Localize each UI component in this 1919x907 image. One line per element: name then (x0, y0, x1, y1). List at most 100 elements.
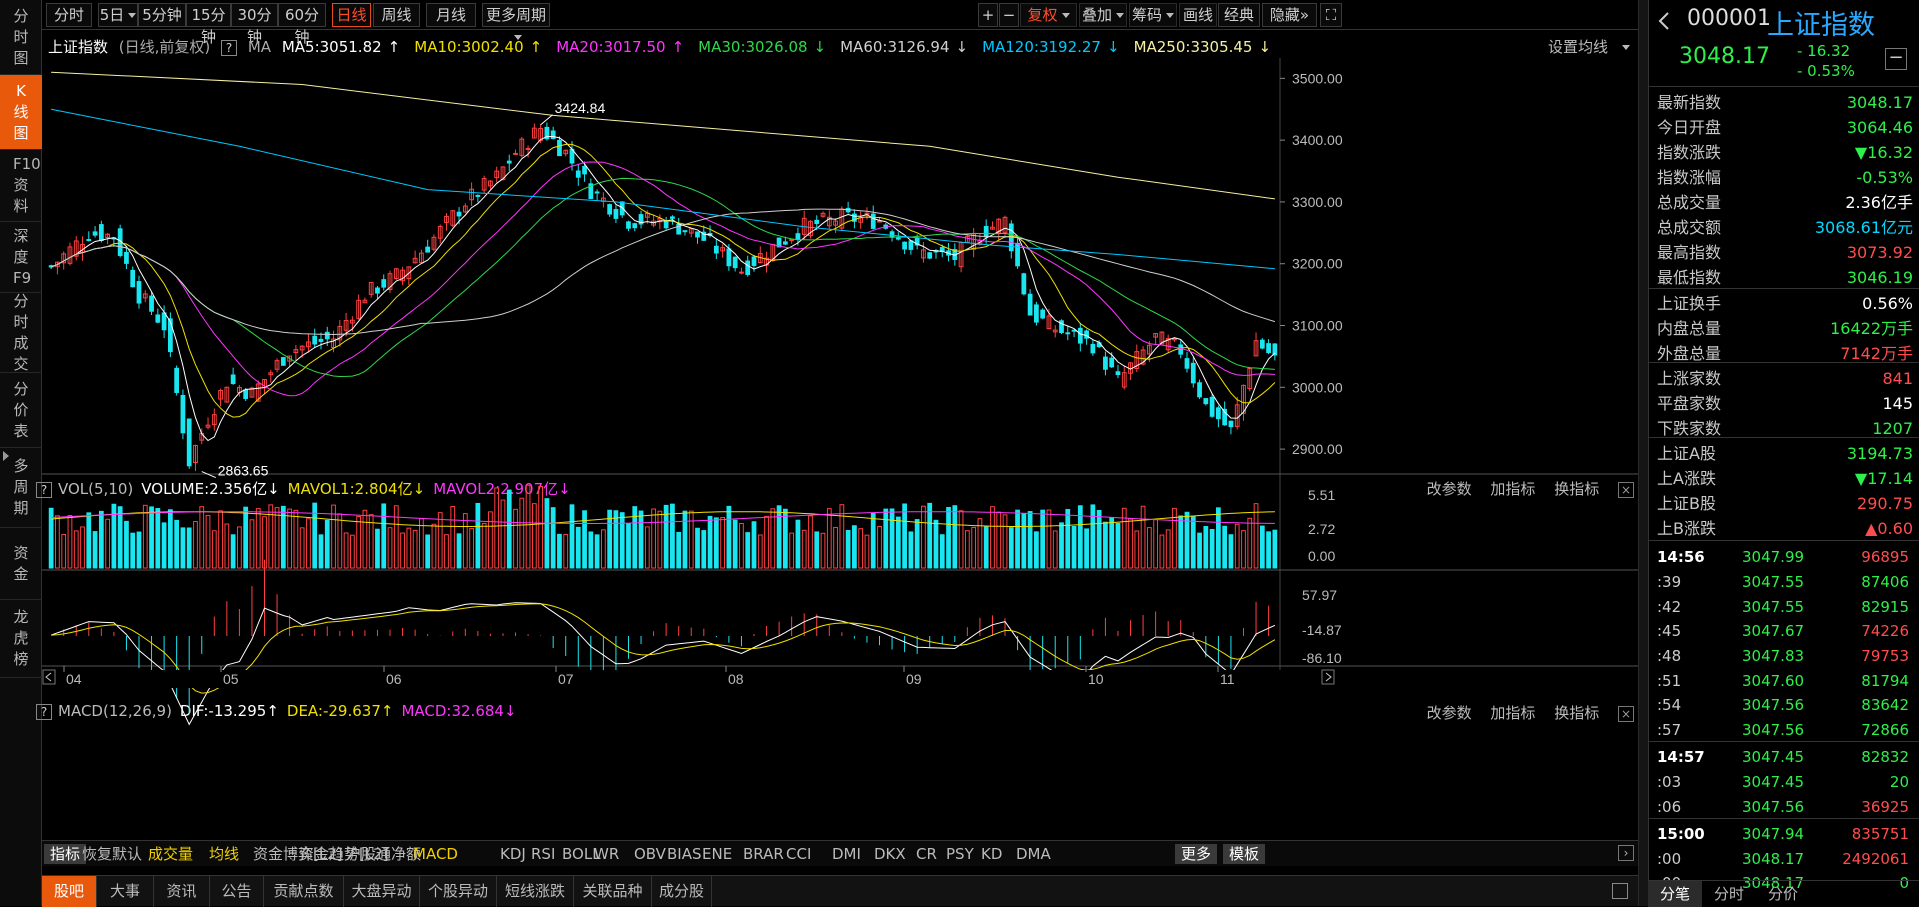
tool-label: 画线 (1182, 6, 1213, 24)
volume-bar (105, 518, 111, 569)
tool-5[interactable]: 画线 (1179, 3, 1217, 27)
indicator-tab-13[interactable]: BIAS (667, 844, 702, 864)
indicator-tab-23[interactable]: 更多 (1175, 844, 1218, 864)
indicator-tab-12[interactable]: OBV (634, 844, 666, 864)
left-nav-item-3[interactable]: 深度F9 (0, 222, 42, 293)
collapse-icon[interactable]: − (1885, 48, 1907, 70)
plus-icon[interactable]: + (978, 3, 998, 27)
indicator-tab-9[interactable]: RSI (531, 844, 555, 864)
volume-bar (136, 531, 142, 569)
left-nav-item-8[interactable]: 龙虎榜 (0, 600, 42, 678)
chevron-left-icon[interactable] (1657, 10, 1675, 32)
indicator-tab-24[interactable]: 模板 (1223, 844, 1266, 864)
indicator-tab-19[interactable]: CR (916, 844, 937, 864)
tool-2[interactable]: 复权 (1020, 3, 1077, 27)
quote-tab-2[interactable]: 分价 (1756, 881, 1810, 907)
tick-volume: 74226 (1861, 622, 1909, 640)
stat-value: 3048.17 (1846, 93, 1913, 112)
volume-bar (971, 526, 977, 569)
candle-body (1259, 339, 1265, 349)
bottom-tab-9[interactable]: 成分股 (652, 876, 712, 907)
indicator-tab-17[interactable]: DMI (832, 844, 861, 864)
stat-value: 3068.61亿元 (1814, 218, 1913, 237)
period-tab-4[interactable]: 30分钟 (231, 3, 278, 46)
bottom-tab-0[interactable]: 股吧 (42, 876, 97, 907)
period-tab-2[interactable]: 5分钟 (138, 3, 186, 27)
period-tab-1[interactable]: 5日 (98, 3, 138, 27)
left-nav-item-2[interactable]: F10资料 (0, 150, 42, 222)
volume-bar (676, 531, 682, 569)
left-nav-item-7[interactable]: 资金 (0, 528, 42, 600)
expand-arrow-icon[interactable] (2, 448, 12, 462)
left-nav-item-1[interactable]: K线图 (0, 75, 42, 150)
bottom-tab-7[interactable]: 短线涨跌 (497, 876, 574, 907)
help-icon[interactable]: ? (221, 39, 238, 56)
period-tab-5[interactable]: 60分钟 (278, 3, 326, 46)
volume-bar (1128, 518, 1133, 569)
candle-body (670, 216, 675, 219)
candle-body (1077, 327, 1083, 344)
indicator-tab-0[interactable]: 指标 (44, 844, 87, 864)
tick-time: 14:57 (1657, 748, 1705, 766)
tool-7[interactable]: 隐藏» (1262, 3, 1317, 27)
quote-tab-1[interactable]: 分时 (1702, 881, 1756, 907)
candle-body (1040, 309, 1046, 319)
period-tab-7[interactable]: 周线 (373, 3, 420, 27)
bottom-tab-1[interactable]: 大事 (97, 876, 154, 907)
period-tab-0[interactable]: 分时 (46, 3, 92, 27)
popout-icon[interactable] (1612, 883, 1628, 899)
left-nav-item-0[interactable]: 分时图 (0, 0, 42, 75)
left-nav-label: F10资料 (13, 155, 41, 215)
bottom-tab-5[interactable]: 大盘异动 (344, 876, 420, 907)
fullscreen-icon[interactable]: ⛶ (1320, 3, 1342, 27)
tool-6[interactable]: 经典 (1218, 3, 1260, 27)
left-nav-item-5[interactable]: 分价表 (0, 373, 42, 448)
kline-chart[interactable]: 3500.00 3400.00 3300.00 3200.00 3100.00 3000.… (42, 58, 1638, 838)
tool-3[interactable]: 叠加 (1079, 3, 1127, 27)
volume-bar (563, 533, 569, 569)
volume-bar (425, 534, 431, 569)
ma-settings-link[interactable]: 设置均线 (1548, 38, 1608, 56)
volume-bar (356, 516, 362, 569)
period-tab-3[interactable]: 15分钟 (186, 3, 231, 46)
indicator-tab-6[interactable]: 沪股通净额 (346, 844, 421, 864)
stat-label: 总成交额 (1657, 218, 1722, 237)
bottom-tab-2[interactable]: 资讯 (154, 876, 210, 907)
bottom-tab-4[interactable]: 贡献点数 (264, 876, 344, 907)
tool-4[interactable]: 筹码 (1129, 3, 1177, 27)
minus-icon[interactable]: − (999, 3, 1019, 27)
quote-tab-0[interactable]: 分笔 (1648, 881, 1702, 907)
indicator-tab-22[interactable]: DMA (1016, 844, 1051, 864)
bottom-tab-3[interactable]: 公告 (210, 876, 264, 907)
indicator-tab-15[interactable]: BRAR (743, 844, 784, 864)
volume-bar (1002, 514, 1008, 569)
tick-row: 14:57 3047.45 82832 (1657, 745, 1915, 770)
bottom-tab-6[interactable]: 个股异动 (420, 876, 497, 907)
indicator-tab-21[interactable]: KD (981, 844, 1002, 864)
candle-body (877, 220, 882, 223)
indicator-tab-14[interactable]: ENE (702, 844, 732, 864)
legend-label: MA120:3192.27 (982, 38, 1101, 56)
chevron-right-icon[interactable]: › (1618, 845, 1634, 861)
volume-bar (776, 505, 782, 569)
indicator-tab-1[interactable]: 恢复默认 (82, 844, 142, 864)
panel-splitter[interactable] (1638, 0, 1648, 906)
indicator-tab-20[interactable]: PSY (946, 844, 974, 864)
bottom-tab-8[interactable]: 关联品种 (574, 876, 652, 907)
volume-bar (1077, 505, 1083, 569)
volume-bar (858, 528, 864, 569)
indicator-tab-18[interactable]: DKX (874, 844, 906, 864)
period-tab-8[interactable]: 月线 (426, 3, 476, 27)
indicator-tab-3[interactable]: 均线 (209, 844, 239, 864)
indicator-tab-8[interactable]: KDJ (500, 844, 526, 864)
left-nav-item-4[interactable]: 分时成交 (0, 292, 42, 373)
indicator-tab-2[interactable]: 成交量 (148, 844, 193, 864)
legend-item: MA20:3017.50 ↑ (556, 38, 690, 56)
indicator-tab-16[interactable]: CCI (786, 844, 811, 864)
period-tab-6[interactable]: 日线 (332, 3, 371, 27)
indicator-tab-11[interactable]: WR (594, 844, 619, 864)
divider (1649, 288, 1919, 289)
indicator-tab-7[interactable]: MACD (413, 844, 458, 864)
period-tab-9[interactable]: 更多周期 (482, 3, 550, 40)
ma-items: MA5:3051.82 ↑ MA10:3002.40 ↑ MA20:3017.50 ↑ MA… (282, 38, 1285, 56)
